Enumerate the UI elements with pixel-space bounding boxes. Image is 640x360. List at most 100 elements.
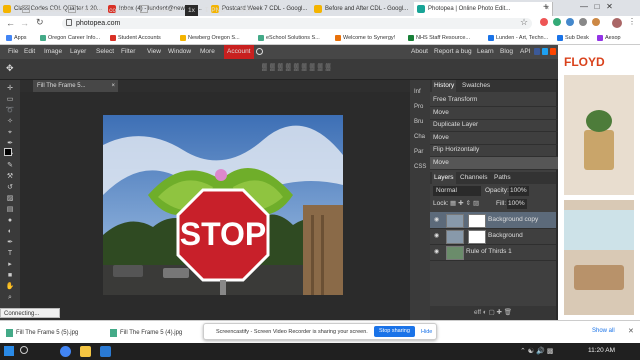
download-item[interactable]: Fill The Frame 5 (4).jpg: [108, 326, 182, 340]
auto-select-checkbox[interactable]: Auto-Select: [22, 5, 66, 16]
history-item[interactable]: Duplicate Layer: [430, 119, 559, 132]
reload-icon[interactable]: ↻: [36, 17, 44, 28]
menu-item-view[interactable]: View: [147, 45, 161, 59]
layer-mask-thumbnail[interactable]: [468, 214, 486, 228]
tab-history[interactable]: History: [432, 80, 457, 92]
star-icon[interactable]: ☆: [520, 17, 528, 28]
eye-icon[interactable]: ◉: [434, 244, 439, 260]
eraser-tool-icon[interactable]: ▨: [3, 194, 17, 204]
align-icons[interactable]: ▒▒▒▒▒▒▒▒▒: [262, 64, 382, 74]
tray-icons[interactable]: ⌃ ☯ 🔊 ▩: [520, 347, 580, 357]
document-tab[interactable]: Fill The Frame 5... ×: [33, 80, 118, 92]
menu-link[interactable]: API: [520, 45, 530, 59]
bookmark-item[interactable]: Sub Desk: [557, 31, 589, 45]
brush-tool-icon[interactable]: ✎: [3, 161, 17, 171]
history-item[interactable]: Flip Horizontally: [430, 144, 559, 157]
layers-footer[interactable]: eff ◐ ▢ ✚ 🗑: [430, 306, 556, 320]
magic-wand-tool-icon[interactable]: ✧: [3, 117, 17, 127]
forward-icon[interactable]: →: [20, 18, 29, 28]
menu-link[interactable]: About: [411, 45, 428, 59]
type-tool-icon[interactable]: T: [3, 249, 17, 259]
browser-tab[interactable]: Postcard Week 7 CDL - Googl...×: [208, 2, 325, 16]
blur-tool-icon[interactable]: ●: [3, 216, 17, 226]
reddit-icon[interactable]: [550, 48, 556, 55]
menu-item-filter[interactable]: Filter: [121, 45, 135, 59]
bookmark-item[interactable]: Newberg Oregon S...: [180, 31, 240, 45]
history-item[interactable]: Move: [430, 132, 559, 145]
profile-avatar[interactable]: [612, 18, 622, 28]
clone-stamp-tool-icon[interactable]: ⚒: [3, 172, 17, 182]
export-svg-button[interactable]: ↧ SVG: [233, 5, 254, 16]
bookmark-item[interactable]: Student Accounts: [110, 31, 161, 45]
download-item[interactable]: Fill The Frame 5 (5).jpg: [4, 326, 78, 340]
advertisement[interactable]: FLOYD: [558, 45, 640, 320]
bookmark-item[interactable]: NHS Staff Resource...: [408, 31, 470, 45]
menu-item-image[interactable]: Image: [44, 45, 62, 59]
history-item[interactable]: Move: [430, 107, 559, 120]
pen-tool-icon[interactable]: ✒: [3, 238, 17, 248]
shape-tool-icon[interactable]: ■: [3, 271, 17, 281]
opacity-input[interactable]: 100%: [509, 186, 529, 196]
gradient-tool-icon[interactable]: ▤: [3, 205, 17, 215]
mail-icon[interactable]: [100, 346, 111, 357]
foreground-color-swatch[interactable]: [4, 148, 12, 156]
bookmark-item[interactable]: Lunden - Art, Techn...: [488, 31, 548, 45]
start-icon[interactable]: [4, 346, 14, 356]
layer-mask-thumbnail[interactable]: [468, 230, 486, 244]
menu-item-file[interactable]: File: [8, 45, 18, 59]
history-item[interactable]: Free Transform: [430, 94, 559, 107]
dodge-tool-icon[interactable]: ◐: [3, 227, 17, 237]
facebook-icon[interactable]: [534, 48, 540, 55]
hand-tool-icon[interactable]: ✋: [3, 282, 17, 292]
show-all-button[interactable]: Show all: [592, 328, 615, 334]
menu-link[interactable]: Learn: [477, 45, 494, 59]
close-icon[interactable]: ✕: [628, 327, 634, 335]
new-tab-button[interactable]: +: [543, 2, 555, 14]
tab-layers[interactable]: Layers: [432, 172, 456, 184]
bookmark-item[interactable]: Aesop: [597, 31, 621, 45]
menu-link[interactable]: Blog: [500, 45, 513, 59]
marquee-tool-icon[interactable]: ▭: [3, 95, 17, 105]
path-select-tool-icon[interactable]: ▸: [3, 260, 17, 270]
url-field[interactable]: photopea.com: [62, 18, 532, 29]
stop-sharing-button[interactable]: Stop sharing: [374, 326, 415, 337]
layer-row[interactable]: ◉ Rule of Thirds 1: [430, 244, 556, 261]
back-icon[interactable]: ←: [6, 18, 15, 28]
tab-channels[interactable]: Channels: [458, 172, 489, 184]
window-controls[interactable]: — □ ✕: [580, 2, 638, 14]
chrome-icon[interactable]: [60, 346, 71, 357]
tab-paths[interactable]: Paths: [492, 172, 513, 184]
hide-button[interactable]: Hide: [421, 327, 432, 337]
move-tool-icon[interactable]: ✛: [3, 84, 17, 94]
bookmark-item[interactable]: Welcome to Synergy!: [335, 31, 395, 45]
export-png-button[interactable]: ↧ PNG: [204, 5, 225, 16]
explorer-icon[interactable]: [80, 346, 91, 357]
menu-item-account[interactable]: Account: [224, 45, 254, 59]
history-brush-tool-icon[interactable]: ↺: [3, 183, 17, 193]
twitter-icon[interactable]: [542, 48, 548, 55]
distances-checkbox[interactable]: Distances: [140, 5, 179, 16]
eye-icon[interactable]: ◉: [434, 228, 439, 244]
browser-tab[interactable]: Photopea | Online Photo Edit... ×: [414, 2, 553, 16]
bookmark-item[interactable]: eSchool Solutions S...: [258, 31, 320, 45]
menu-link[interactable]: Report a bug: [434, 45, 472, 59]
extension-icons[interactable]: [540, 18, 620, 29]
crop-tool-icon[interactable]: ⌖: [3, 128, 17, 138]
canvas-photo[interactable]: STOP: [103, 115, 343, 295]
zoom-tool-icon[interactable]: ⌕: [3, 293, 17, 303]
browser-tab[interactable]: Before and After CDL - Googl...×: [311, 2, 428, 16]
menu-item-layer[interactable]: Layer: [70, 45, 86, 59]
menu-item-window[interactable]: Window: [168, 45, 191, 59]
fill-input[interactable]: 100%: [507, 199, 527, 209]
bookmark-item[interactable]: Apps: [6, 31, 27, 45]
blend-mode-select[interactable]: Normal: [433, 186, 481, 196]
tab-swatches[interactable]: Swatches: [460, 80, 492, 92]
transform-controls-checkbox[interactable]: Transform controls: [68, 5, 132, 16]
eye-icon[interactable]: ◉: [434, 212, 439, 228]
lasso-tool-icon[interactable]: ➰: [3, 106, 17, 116]
move-tool-icon[interactable]: ✥: [6, 63, 14, 74]
layer-row[interactable]: ◉ Background copy: [430, 212, 556, 229]
menu-item-more[interactable]: More: [200, 45, 215, 59]
zoom-select[interactable]: 1x: [185, 5, 198, 16]
menu-item-edit[interactable]: Edit: [24, 45, 35, 59]
